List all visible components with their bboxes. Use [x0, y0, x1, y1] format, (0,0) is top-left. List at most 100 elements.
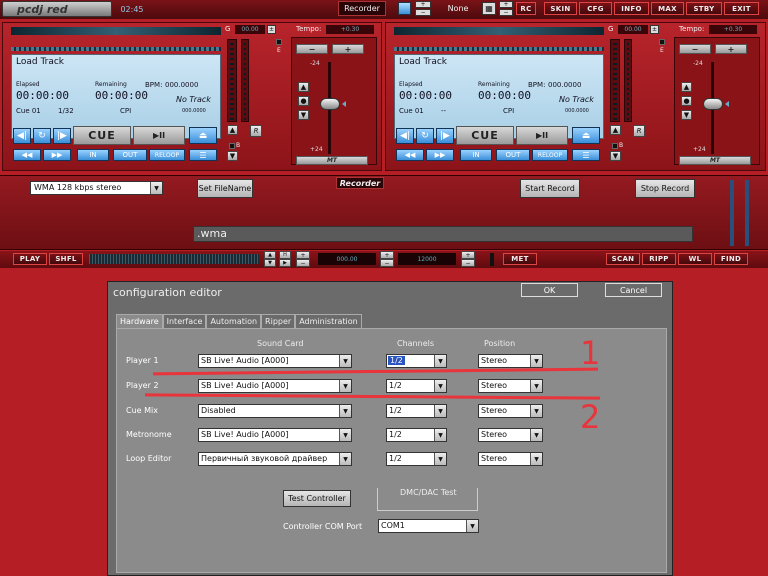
fast-forward-button[interactable]: ▶▶	[43, 149, 71, 161]
stepper-up-icon[interactable]: +	[499, 1, 513, 8]
ok-button[interactable]: OK	[521, 283, 578, 297]
eject-button[interactable]: ⏏	[189, 127, 217, 144]
stby-button[interactable]: STBY	[686, 2, 722, 15]
mt-button[interactable]: MT	[296, 156, 368, 165]
play-pause-button[interactable]: ▶II	[133, 126, 185, 145]
stepper-down-icon[interactable]: −	[415, 9, 431, 16]
loop-button[interactable]: ↻	[416, 128, 434, 144]
gain-stepper-icon[interactable]: ±	[267, 25, 276, 34]
e-toggle[interactable]	[659, 39, 665, 45]
tab-hardware[interactable]: Hardware	[116, 314, 163, 328]
channels-select[interactable]: 1/2 ▼	[386, 428, 447, 442]
channels-select[interactable]: 1/2 ▼	[386, 379, 447, 393]
position-select[interactable]: Stereo ▼	[478, 428, 543, 442]
sound-card-select[interactable]: SB Live! Audio [A000] ▼	[198, 428, 352, 442]
sound-card-select[interactable]: Первичный звуковой драйвер ▼	[198, 452, 352, 466]
sound-card-select[interactable]: SB Live! Audio [A000] ▼	[198, 379, 352, 393]
h-button[interactable]: H	[279, 251, 291, 259]
start-record-button[interactable]: Start Record	[520, 179, 580, 198]
in-button[interactable]: IN	[77, 149, 109, 161]
rewind-button[interactable]: ◀◀	[396, 149, 424, 161]
next-track-button[interactable]: |▶	[436, 128, 454, 144]
arrow-down-icon[interactable]: ▼	[227, 151, 238, 161]
reloop-button[interactable]: RELOOP	[149, 149, 185, 161]
minus-icon[interactable]: −	[380, 259, 394, 267]
arrow-down-icon[interactable]: ▼	[610, 151, 621, 161]
loop-button[interactable]: ↻	[33, 128, 51, 144]
next-track-button[interactable]: |▶	[53, 128, 71, 144]
mt-button[interactable]: MT	[679, 156, 751, 165]
tab-administration[interactable]: Administration	[295, 314, 362, 328]
rewind-button[interactable]: ◀◀	[13, 149, 41, 161]
shuffle-button[interactable]: SHFL	[49, 253, 83, 265]
find-button[interactable]: FIND	[714, 253, 748, 265]
play-pause-button[interactable]: ▶II	[516, 126, 568, 145]
scan-button[interactable]: SCAN	[606, 253, 640, 265]
ripp-button[interactable]: RIPP	[642, 253, 676, 265]
tab-interface[interactable]: Interface	[162, 314, 207, 328]
channels-select[interactable]: 1/2 ▼	[386, 354, 447, 368]
tempo-down-icon[interactable]: ▼	[681, 110, 692, 120]
tempo-minus-button[interactable]: −	[679, 44, 711, 54]
recorder-icon[interactable]	[398, 2, 411, 15]
tempo-slider-handle[interactable]	[320, 98, 340, 110]
position-select[interactable]: Stereo ▼	[478, 379, 543, 393]
plus-icon[interactable]: +	[380, 251, 394, 259]
position-select[interactable]: Stereo ▼	[478, 404, 543, 418]
recorder-toggle[interactable]: Recorder	[338, 1, 386, 16]
tempo-slider-handle[interactable]	[703, 98, 723, 110]
tab-automation[interactable]: Automation	[206, 314, 262, 328]
arrow-up-icon[interactable]: ▲	[264, 251, 276, 259]
arrow-up-icon[interactable]: ▲	[227, 125, 238, 135]
out-button[interactable]: OUT	[113, 149, 147, 161]
max-button[interactable]: MAX	[651, 2, 684, 15]
tempo-down-icon[interactable]: ▼	[298, 110, 309, 120]
prev-track-button[interactable]: ◀|	[13, 128, 31, 144]
plus-icon[interactable]: +	[296, 251, 310, 259]
rc-button[interactable]: RC	[516, 2, 536, 15]
metronome-button[interactable]: MET	[503, 253, 537, 265]
stepper-down-icon[interactable]: −	[499, 9, 513, 16]
com-port-select[interactable]: COM1 ▼	[378, 519, 479, 533]
cue-button[interactable]: CUE	[73, 126, 131, 145]
b-toggle[interactable]	[612, 143, 618, 149]
channels-select[interactable]: 1/2 ▼	[386, 452, 447, 466]
menu-icon[interactable]: ☰	[189, 149, 217, 161]
reloop-button[interactable]: RELOOP	[532, 149, 568, 161]
position-select[interactable]: Stereo ▼	[478, 452, 543, 466]
gain-stepper-icon[interactable]: ±	[650, 25, 659, 34]
skin-button[interactable]: SKIN	[544, 2, 577, 15]
exit-button[interactable]: EXIT	[724, 2, 759, 15]
tempo-plus-button[interactable]: +	[715, 44, 747, 54]
in-button[interactable]: IN	[460, 149, 492, 161]
channels-select[interactable]: 1/2 ▼	[386, 404, 447, 418]
info-button[interactable]: INFO	[614, 2, 649, 15]
minus-icon[interactable]: −	[296, 259, 310, 267]
menu-icon[interactable]: ☰	[572, 149, 600, 161]
b-toggle[interactable]	[229, 143, 235, 149]
wl-button[interactable]: WL	[678, 253, 712, 265]
tempo-up-icon[interactable]: ▲	[298, 82, 309, 92]
tempo-center-icon[interactable]: ●	[298, 96, 309, 106]
eject-button[interactable]: ⏏	[572, 127, 600, 144]
play-mode-button[interactable]: PLAY	[13, 253, 47, 265]
r-button[interactable]: R	[633, 125, 645, 137]
cue-button[interactable]: CUE	[456, 126, 514, 145]
play-small-icon[interactable]: ▶	[279, 259, 291, 267]
tempo-up-icon[interactable]: ▲	[681, 82, 692, 92]
stepper-up-icon[interactable]: +	[415, 1, 431, 8]
fast-forward-button[interactable]: ▶▶	[426, 149, 454, 161]
format-select[interactable]: WMA 128 kbps stereo ▼	[30, 181, 163, 195]
plus-icon[interactable]: +	[461, 251, 475, 259]
test-controller-button[interactable]: Test Controller	[283, 490, 351, 507]
e-toggle[interactable]	[276, 39, 282, 45]
position-select[interactable]: Stereo ▼	[478, 354, 543, 368]
tempo-minus-button[interactable]: −	[296, 44, 328, 54]
sound-card-select[interactable]: SB Live! Audio [A000] ▼	[198, 354, 352, 368]
tempo-plus-button[interactable]: +	[332, 44, 364, 54]
cancel-button[interactable]: Cancel	[605, 283, 662, 297]
r-button[interactable]: R	[250, 125, 262, 137]
tempo-center-icon[interactable]: ●	[681, 96, 692, 106]
cfg-button[interactable]: CFG	[579, 2, 612, 15]
minus-icon[interactable]: −	[461, 259, 475, 267]
